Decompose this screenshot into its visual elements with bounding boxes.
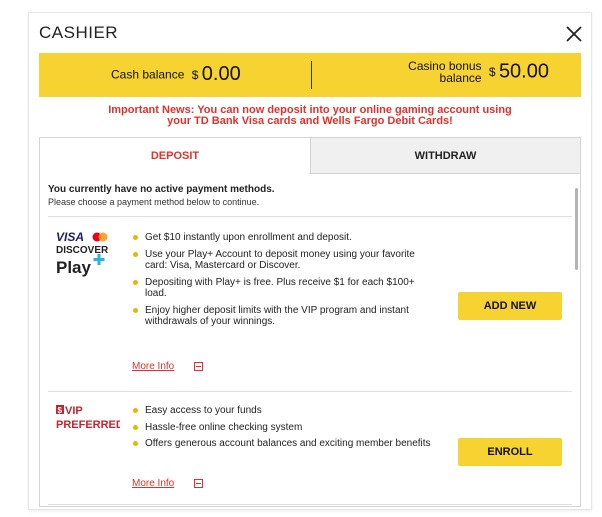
playplus-logo-icon: VISA DISCOVER Play <box>56 230 109 277</box>
no-methods-message: You currently have no active payment met… <box>48 184 275 195</box>
vip-preferred-logo-icon: $ VIP PREFERRED <box>56 405 124 431</box>
close-button[interactable] <box>563 23 585 45</box>
choose-method-message: Please choose a payment method below to … <box>48 197 260 207</box>
visa-logo-text: VISA <box>56 230 84 244</box>
bonus-balance-label: Casino bonus balance <box>408 60 481 84</box>
payment-method-vip-preferred: $ VIP PREFERRED Easy access to your fund… <box>40 394 580 504</box>
payment-method-playplus: VISA DISCOVER Play Get $10 instantly upo… <box>40 224 580 374</box>
collapse-toggle-icon[interactable] <box>194 362 203 371</box>
playplus-features: Get $10 instantly upon enrollment and de… <box>132 232 432 333</box>
close-icon <box>566 26 582 42</box>
vip-features: Easy access to your funds Hassle-free on… <box>132 405 432 455</box>
tab-bar: DEPOSIT WITHDRAW <box>40 138 580 174</box>
list-item: Use your Play+ Account to deposit money … <box>132 249 432 272</box>
bonus-currency: $ <box>488 65 496 79</box>
payment-panel: DEPOSIT WITHDRAW You currently have no a… <box>39 137 581 507</box>
collapse-toggle-icon[interactable] <box>194 479 203 488</box>
dialog-header: CASHIER <box>39 21 591 51</box>
list-item: Easy access to your funds <box>132 405 432 417</box>
balance-divider <box>311 61 312 89</box>
bonus-amount: 50.00 <box>498 60 549 83</box>
list-item: Offers generous account balances and exc… <box>132 438 432 450</box>
more-info-link[interactable]: More Info <box>132 361 174 372</box>
cash-amount: 0.00 <box>201 63 241 85</box>
preferred-logo-text: PREFERRED <box>56 419 120 431</box>
cash-balance: Cash balance $ 0.00 <box>111 63 241 86</box>
play-logo-text: Play <box>56 258 92 277</box>
bonus-label-line2: balance <box>439 71 482 85</box>
more-info-link[interactable]: More Info <box>132 478 174 489</box>
list-item: Depositing with Play+ is free. Plus rece… <box>132 277 432 300</box>
vip-preferred-logo: $ VIP PREFERRED <box>56 403 124 438</box>
add-new-button[interactable]: ADD NEW <box>458 292 562 320</box>
cashier-dialog: CASHIER Cash balance $ 0.00 Casino bonus… <box>28 12 592 510</box>
list-item: Hassle-free online checking system <box>132 422 432 434</box>
divider <box>48 391 572 392</box>
playplus-logo: VISA DISCOVER Play <box>56 230 118 291</box>
vip-logo-text: VIP <box>65 405 83 417</box>
divider <box>48 216 572 217</box>
discover-logo-text: DISCOVER <box>56 245 109 256</box>
bonus-balance: Casino bonus balance $ 50.00 <box>408 60 549 84</box>
news-line2: your TD Bank Visa cards and Wells Fargo … <box>167 115 453 127</box>
scrollbar-thumb[interactable] <box>575 188 578 270</box>
important-news: Important News: You can now deposit into… <box>39 105 581 127</box>
cash-balance-label: Cash balance <box>111 67 185 82</box>
mastercard-right-circle <box>98 232 108 242</box>
dialog-title: CASHIER <box>39 23 119 42</box>
tab-withdraw[interactable]: WITHDRAW <box>310 138 580 174</box>
cash-currency: $ <box>191 67 199 82</box>
list-item: Get $10 instantly upon enrollment and de… <box>132 232 432 244</box>
enroll-button[interactable]: ENROLL <box>458 438 562 466</box>
vip-dollar-sign: $ <box>58 406 63 415</box>
balance-bar: Cash balance $ 0.00 Casino bonus balance… <box>39 53 581 97</box>
tab-deposit[interactable]: DEPOSIT <box>40 138 310 174</box>
list-item: Enjoy higher deposit limits with the VIP… <box>132 305 432 328</box>
divider <box>48 504 572 505</box>
